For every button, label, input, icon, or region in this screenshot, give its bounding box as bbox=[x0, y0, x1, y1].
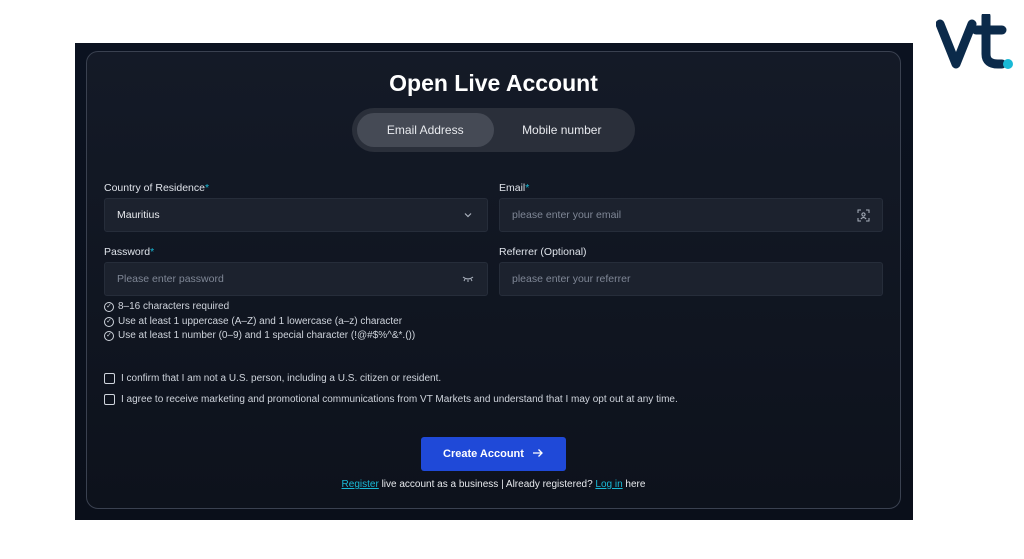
register-link[interactable]: Register bbox=[342, 479, 379, 490]
country-label: Country of Residence* bbox=[104, 182, 210, 194]
method-tabs: Email Address Mobile number bbox=[352, 108, 635, 152]
page-title: Open Live Account bbox=[389, 70, 598, 96]
arrow-right-icon bbox=[532, 448, 544, 461]
check-circle-icon: ✓ bbox=[104, 302, 114, 313]
tab-mobile-number[interactable]: Mobile number bbox=[494, 113, 631, 147]
login-link[interactable]: Log in bbox=[595, 479, 622, 490]
us-person-checkbox[interactable] bbox=[104, 373, 115, 384]
password-rule: ✓ Use at least 1 uppercase (A–Z) and 1 lo… bbox=[104, 315, 415, 330]
create-account-button[interactable]: Create Account bbox=[421, 437, 566, 471]
consent-us-person: I confirm that I am not a U.S. person, i… bbox=[104, 373, 441, 384]
page-background: Open Live Account Email Address Mobile n… bbox=[75, 43, 913, 520]
password-label: Password* bbox=[104, 246, 155, 258]
consent-marketing: I agree to receive marketing and promoti… bbox=[104, 394, 678, 405]
eye-closed-icon[interactable] bbox=[461, 272, 475, 286]
password-placeholder: Please enter password bbox=[117, 273, 224, 285]
email-field[interactable]: please enter your email bbox=[499, 198, 883, 232]
password-rule: ✓ 8–16 characters required bbox=[104, 300, 415, 315]
vt-logo bbox=[935, 11, 1016, 74]
password-field[interactable]: Please enter password bbox=[104, 262, 488, 296]
marketing-checkbox[interactable] bbox=[104, 394, 115, 405]
country-select[interactable]: Mauritius bbox=[104, 198, 488, 232]
tab-email-address[interactable]: Email Address bbox=[357, 113, 494, 147]
referrer-placeholder: please enter your referrer bbox=[512, 273, 631, 285]
chevron-down-icon bbox=[461, 208, 475, 222]
country-value: Mauritius bbox=[117, 209, 160, 221]
footer-text: Register live account as a business | Al… bbox=[341, 479, 646, 490]
email-label: Email* bbox=[499, 182, 530, 194]
referrer-field[interactable]: please enter your referrer bbox=[499, 262, 883, 296]
password-rules: ✓ 8–16 characters required ✓ Use at least … bbox=[104, 300, 415, 344]
vt-logo-icon bbox=[935, 11, 1013, 69]
password-rule: ✓ Use at least 1 number (0–9) and 1 speci… bbox=[104, 329, 415, 344]
signup-card: Open Live Account Email Address Mobile n… bbox=[86, 51, 901, 509]
email-placeholder: please enter your email bbox=[512, 209, 622, 221]
contact-card-icon[interactable] bbox=[856, 208, 870, 222]
check-circle-icon: ✓ bbox=[104, 331, 114, 342]
check-circle-icon: ✓ bbox=[104, 316, 114, 327]
referrer-label: Referrer (Optional) bbox=[499, 246, 587, 258]
